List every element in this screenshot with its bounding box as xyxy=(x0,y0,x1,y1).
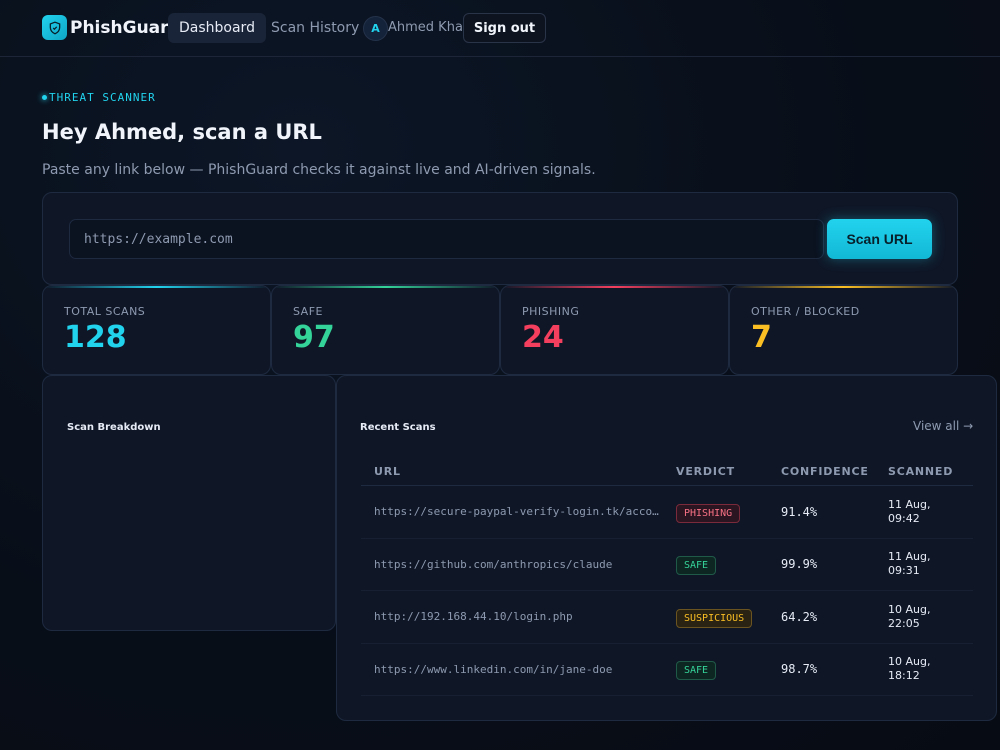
stat-label: TOTAL SCANS xyxy=(64,305,146,318)
table-row[interactable]: http://192.168.44.10/login.php SUSPICIOU… xyxy=(361,591,973,644)
stat-value: 24 xyxy=(522,320,564,355)
scan-breakdown-panel: Scan Breakdown xyxy=(42,375,336,631)
stat-label: PHISHING xyxy=(522,305,580,318)
column-header-verdict[interactable]: VERDICT xyxy=(676,465,781,478)
nav-scan-history[interactable]: Scan History xyxy=(271,13,359,43)
stat-label: OTHER / BLOCKED xyxy=(751,305,860,318)
panel-title: Scan Breakdown xyxy=(67,422,161,433)
row-confidence: 98.7% xyxy=(781,662,818,677)
stat-accent-bar xyxy=(730,286,957,288)
stat-value: 7 xyxy=(751,320,772,355)
row-url[interactable]: https://github.com/anthropics/claude xyxy=(361,558,676,571)
table-row[interactable]: https://www.linkedin.com/in/jane-doe SAF… xyxy=(361,644,973,696)
top-navigation-bar: PhishGuard Dashboard Scan History A Ahme… xyxy=(0,0,1000,57)
stat-accent-bar xyxy=(43,286,270,288)
avatar[interactable]: A xyxy=(363,16,388,41)
url-input[interactable] xyxy=(69,219,824,259)
stat-value: 97 xyxy=(293,320,335,355)
row-scanned-time: 10 Aug, 22:05 xyxy=(888,603,973,631)
stat-card-total: TOTAL SCANS 128 xyxy=(42,285,271,375)
row-url[interactable]: http://192.168.44.10/login.php xyxy=(361,610,676,623)
panel-title: Recent Scans xyxy=(360,422,436,433)
stat-accent-bar xyxy=(501,286,728,288)
row-scanned-time: 10 Aug, 18:12 xyxy=(888,655,973,683)
brand[interactable]: PhishGuard xyxy=(42,15,181,40)
user-name: Ahmed Khan xyxy=(388,20,472,35)
page-title: Hey Ahmed, scan a URL xyxy=(42,120,322,144)
verdict-badge: SAFE xyxy=(676,661,717,681)
recent-scans-table: URL VERDICT CONFIDENCE SCANNED https://s… xyxy=(361,458,973,696)
verdict-cell: SAFE xyxy=(676,658,781,681)
row-date: 11 Aug, xyxy=(888,497,931,511)
brand-name: PhishGuard xyxy=(70,17,181,38)
row-date: 10 Aug, xyxy=(888,602,931,616)
table-row[interactable]: https://github.com/anthropics/claude SAF… xyxy=(361,539,973,591)
view-all-link[interactable]: View all → xyxy=(913,419,973,433)
row-date: 10 Aug, xyxy=(888,655,931,669)
verdict-badge: SUSPICIOUS xyxy=(676,608,753,628)
nav-dashboard[interactable]: Dashboard xyxy=(168,13,266,43)
row-scanned-time: 11 Aug, 09:31 xyxy=(888,550,973,578)
row-confidence: 99.9% xyxy=(781,557,818,572)
verdict-badge: SAFE xyxy=(676,556,717,576)
table-row[interactable]: https://secure-paypal-verify-login.tk/ac… xyxy=(361,486,973,539)
verdict-badge: PHISHING xyxy=(676,503,741,523)
row-scanned-time: 11 Aug, 09:42 xyxy=(888,498,973,526)
shield-logo-icon xyxy=(42,15,67,40)
row-time: 09:31 xyxy=(888,564,920,578)
stat-card-other: OTHER / BLOCKED 7 xyxy=(729,285,958,375)
row-confidence: 91.4% xyxy=(781,504,818,519)
row-confidence: 64.2% xyxy=(781,609,818,624)
scan-form-card: Scan URL xyxy=(42,192,958,285)
page-subtitle: Paste any link below — PhishGuard checks… xyxy=(42,162,596,178)
stat-label: SAFE xyxy=(293,305,323,318)
column-header-scanned[interactable]: SCANNED xyxy=(888,465,973,479)
stat-card-phishing: PHISHING 24 xyxy=(500,285,729,375)
recent-scans-panel: Recent Scans View all → URL VERDICT CONF… xyxy=(336,375,997,721)
row-time: 18:12 xyxy=(888,669,920,683)
verdict-cell: SUSPICIOUS xyxy=(676,606,781,628)
status-dot-icon xyxy=(42,95,47,100)
verdict-cell: PHISHING xyxy=(676,501,781,523)
eyebrow-label: THREAT SCANNER xyxy=(49,91,156,104)
verdict-cell: SAFE xyxy=(676,553,781,576)
row-url[interactable]: https://secure-paypal-verify-login.tk/ac… xyxy=(361,505,676,518)
row-time: 09:42 xyxy=(888,511,920,525)
column-header-confidence[interactable]: CONFIDENCE xyxy=(781,465,888,478)
row-date: 11 Aug, xyxy=(888,550,931,564)
stat-card-safe: SAFE 97 xyxy=(271,285,500,375)
row-url[interactable]: https://www.linkedin.com/in/jane-doe xyxy=(361,663,676,676)
row-time: 22:05 xyxy=(888,616,920,630)
sign-out-button[interactable]: Sign out xyxy=(463,13,546,43)
column-header-url[interactable]: URL xyxy=(361,465,676,478)
section-eyebrow: THREAT SCANNER xyxy=(42,91,156,104)
scan-url-button[interactable]: Scan URL xyxy=(827,219,932,259)
table-header: URL VERDICT CONFIDENCE SCANNED xyxy=(361,458,973,486)
stat-value: 128 xyxy=(64,320,127,355)
stat-accent-bar xyxy=(272,286,499,288)
